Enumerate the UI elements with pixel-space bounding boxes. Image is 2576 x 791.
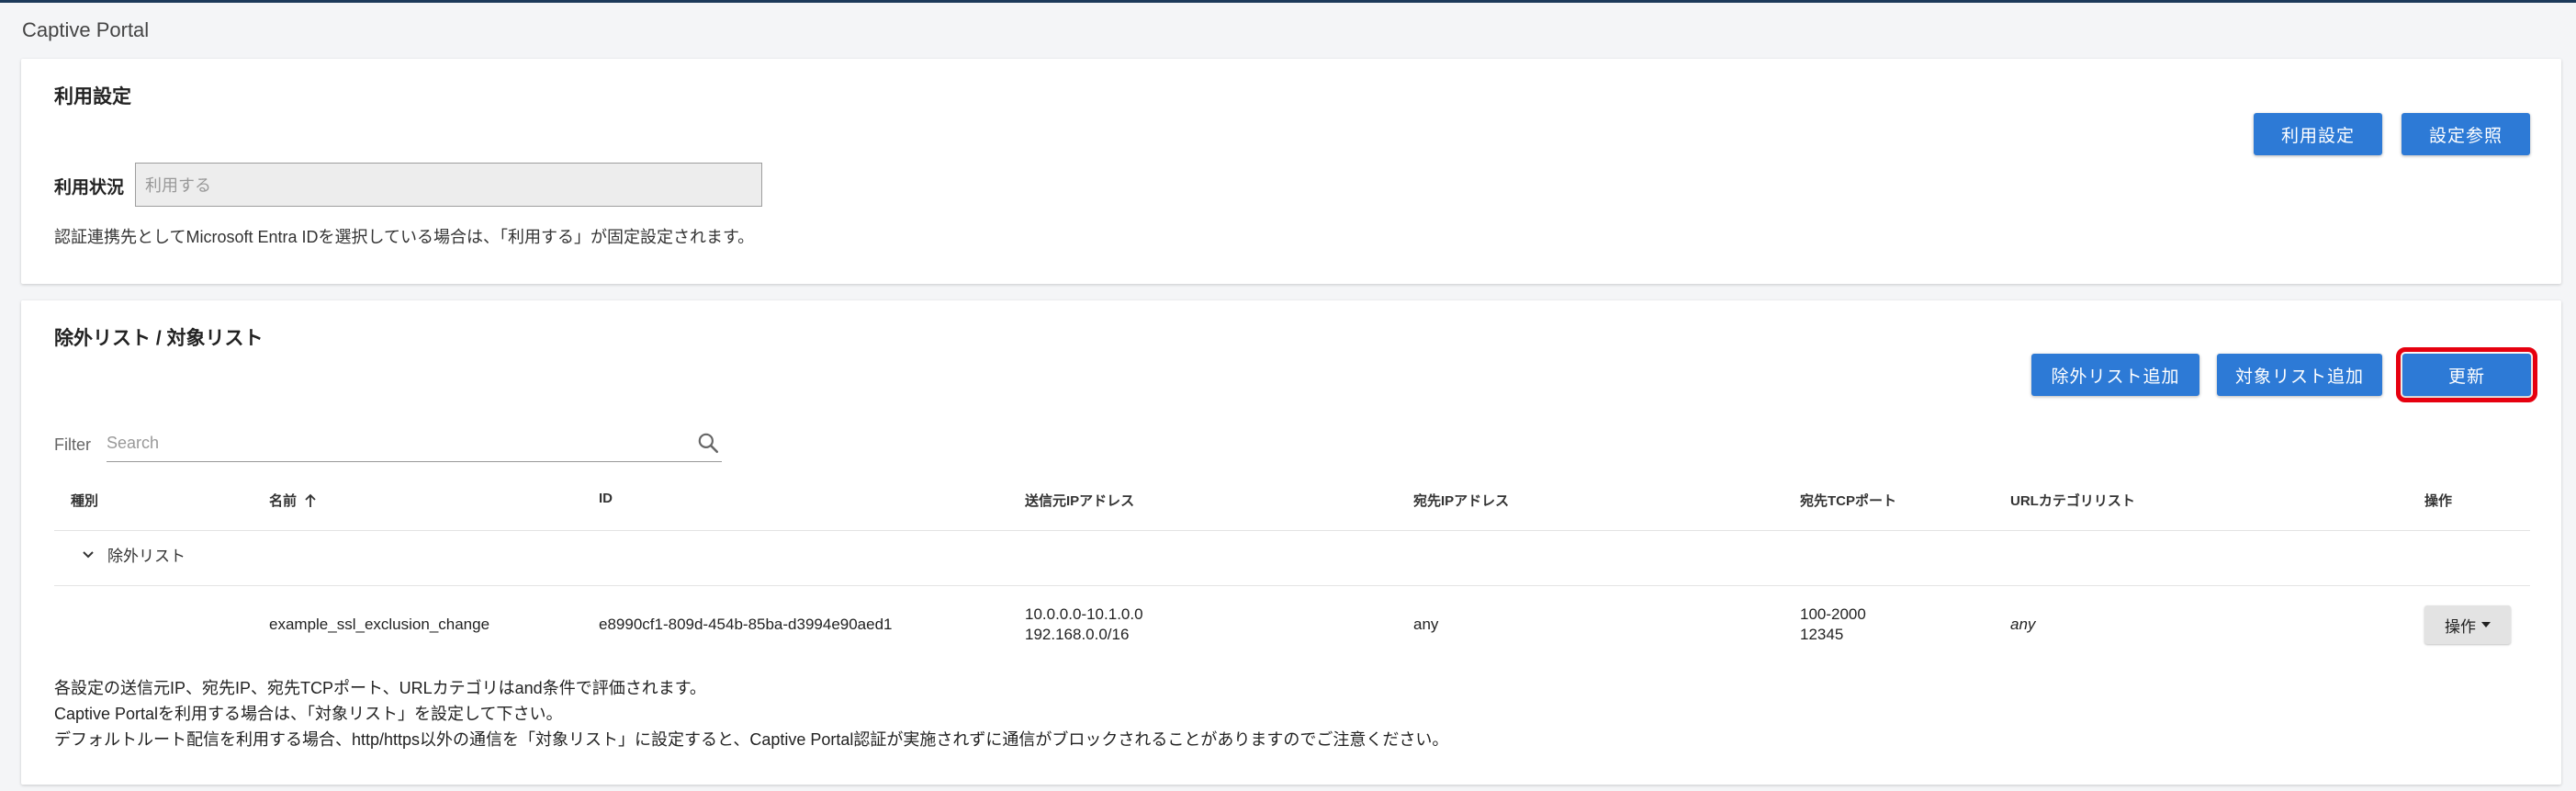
add-target-list-button[interactable]: 対象リスト追加 (2217, 354, 2382, 396)
column-header-dst-ip: 宛先IPアドレス (1413, 493, 1510, 509)
usage-status-label: 利用状況 (54, 178, 125, 198)
row-dst-port: 100-2000 12345 (1800, 605, 1866, 645)
usage-settings-card: 利用設定 利用設定 設定参照 利用状況 利用する 認証連携先としてMicroso… (21, 59, 2561, 284)
chevron-down-icon[interactable] (82, 550, 95, 559)
row-actions-dropdown[interactable]: 操作 (2424, 605, 2511, 644)
usage-settings-title: 利用設定 (54, 86, 131, 107)
footnotes: 各設定の送信元IP、宛先IP、宛先TCPポート、URLカテゴリはand条件で評価… (54, 675, 1448, 752)
divider (54, 530, 2530, 531)
sort-ascending-icon[interactable] (304, 493, 317, 508)
column-header-name[interactable]: 名前 (269, 491, 317, 510)
row-url-category: any (2010, 616, 2036, 633)
row-dst-port-line: 100-2000 (1800, 605, 1866, 623)
search-icon[interactable] (696, 431, 720, 455)
group-label: 除外リスト (107, 548, 186, 565)
footnote: デフォルトルート配信を利用する場合、http/https以外の通信を「対象リスト… (54, 730, 1449, 749)
column-header-actions: 操作 (2424, 493, 2453, 509)
column-header-name-label: 名前 (269, 493, 298, 509)
caret-down-icon (2481, 622, 2491, 627)
lists-title: 除外リスト / 対象リスト (54, 328, 264, 349)
row-dst-port-line: 12345 (1800, 626, 1844, 643)
row-src-ip-line: 10.0.0.0-10.1.0.0 (1025, 605, 1143, 623)
refresh-button[interactable]: 更新 (2396, 347, 2537, 402)
search-input[interactable] (107, 425, 722, 462)
settings-reference-button[interactable]: 設定参照 (2402, 113, 2530, 155)
usage-status-field: 利用する (135, 163, 762, 207)
top-accent-bar (0, 0, 2576, 3)
column-header-type: 種別 (71, 493, 99, 509)
row-name: example_ssl_exclusion_change (269, 616, 490, 633)
divider (54, 585, 2530, 586)
filter-label: Filter (54, 435, 91, 454)
usage-note: 認証連携先としてMicrosoft Entra IDを選択している場合は、「利用… (54, 228, 755, 246)
usage-settings-button[interactable]: 利用設定 (2254, 113, 2382, 155)
footnote: 各設定の送信元IP、宛先IP、宛先TCPポート、URLカテゴリはand条件で評価… (54, 679, 706, 697)
row-src-ip-line: 192.168.0.0/16 (1025, 626, 1130, 643)
column-header-url-category: URLカテゴリリスト (2010, 493, 2135, 509)
row-dst-ip: any (1413, 616, 1439, 633)
row-id: e8990cf1-809d-454b-85ba-d3994e90aed1 (599, 616, 893, 633)
add-exclusion-list-button[interactable]: 除外リスト追加 (2031, 354, 2199, 396)
group-row-exclusion[interactable]: 除外リスト (82, 543, 186, 566)
column-header-id: ID (599, 491, 613, 506)
row-src-ip: 10.0.0.0-10.1.0.0 192.168.0.0/16 (1025, 605, 1143, 645)
footnote: Captive Portalを利用する場合は、「対象リスト」を設定して下さい。 (54, 705, 563, 723)
column-header-dst-port: 宛先TCPポート (1800, 493, 1897, 509)
row-actions-label: 操作 (2445, 617, 2476, 636)
page-title: Captive Portal (22, 18, 150, 41)
column-header-src-ip: 送信元IPアドレス (1025, 493, 1135, 509)
lists-card: 除外リスト / 対象リスト 除外リスト追加 対象リスト追加 更新 Filter … (21, 300, 2561, 785)
